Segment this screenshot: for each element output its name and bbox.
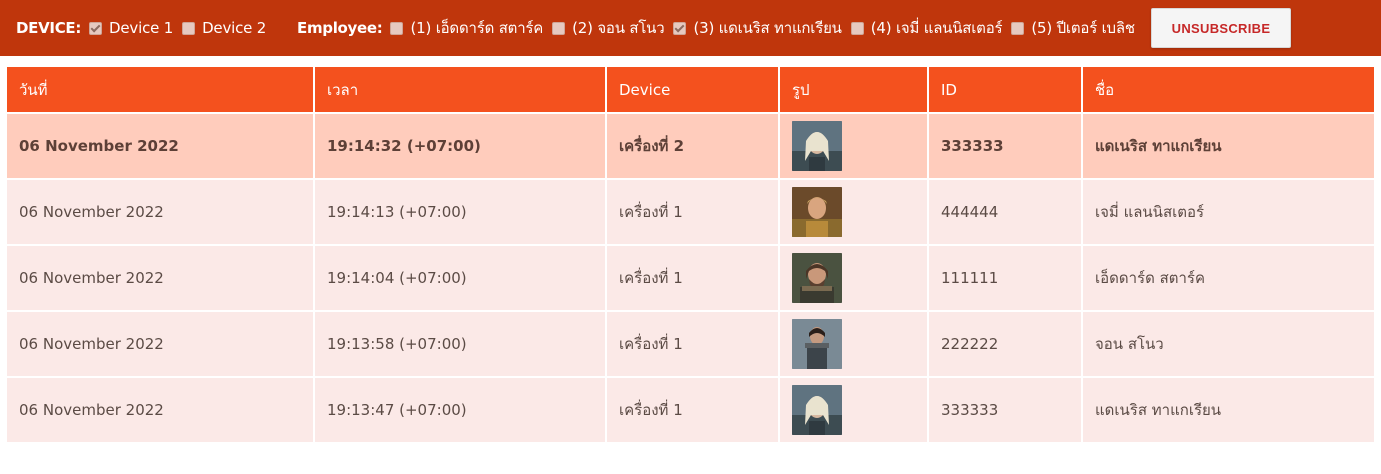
employee-2-checkbox[interactable] [552,21,566,35]
employee-option-label: (5) ปีเตอร์ เบลิช [1031,19,1135,37]
table-row: 06 November 2022 19:13:58 (+07:00) เครื่… [7,312,1374,376]
employee-option-3[interactable]: (3) แดเนริส ทาแกเรียน [673,16,842,40]
eddard-photo [792,253,842,303]
cell-device: เครื่องที่ 1 [607,378,778,442]
table-row: 06 November 2022 19:14:04 (+07:00) เครื่… [7,246,1374,310]
table-row: 06 November 2022 19:14:32 (+07:00) เครื่… [7,114,1374,178]
column-header-device: Device [607,67,778,112]
cell-date: 06 November 2022 [7,114,313,178]
unsubscribe-button[interactable]: UNSUBSCRIBE [1151,8,1291,48]
cell-name: เอ็ดดาร์ด สตาร์ค [1083,246,1374,310]
column-header-time: เวลา [315,67,605,112]
jon-photo [792,319,842,369]
device-option-label: Device 2 [202,19,267,37]
employee-option-label: (2) จอน สโนว [572,19,665,37]
cell-id: 333333 [929,378,1081,442]
daenerys-photo [792,121,842,171]
device-filter-label: DEVICE: [16,19,82,37]
cell-name: แดเนริส ทาแกเรียน [1083,378,1374,442]
employee-1-checkbox[interactable] [390,21,404,35]
cell-date: 06 November 2022 [7,312,313,376]
cell-id: 333333 [929,114,1081,178]
cell-time: 19:14:32 (+07:00) [315,114,605,178]
employee-5-checkbox[interactable] [1011,21,1025,35]
cell-time: 19:14:04 (+07:00) [315,246,605,310]
attendance-table: วันที่ เวลา Device รูป ID ชื่อ 06 Novemb… [5,65,1376,444]
cell-time: 19:14:13 (+07:00) [315,180,605,244]
cell-photo [780,246,927,310]
employee-option-label: (1) เอ็ดดาร์ด สตาร์ค [410,19,544,37]
cell-time: 19:13:47 (+07:00) [315,378,605,442]
cell-photo [780,312,927,376]
cell-time: 19:13:58 (+07:00) [315,312,605,376]
cell-device: เครื่องที่ 1 [607,246,778,310]
cell-id: 222222 [929,312,1081,376]
device-option-2[interactable]: Device 2 [182,19,266,37]
cell-photo [780,114,927,178]
column-header-name: ชื่อ [1083,67,1374,112]
table-header-row: วันที่ เวลา Device รูป ID ชื่อ [7,67,1374,112]
jaime-photo [792,187,842,237]
table-row: 06 November 2022 19:13:47 (+07:00) เครื่… [7,378,1374,442]
daenerys-photo [792,385,842,435]
cell-photo [780,378,927,442]
employee-option-2[interactable]: (2) จอน สโนว [552,16,665,40]
employee-filter-label: Employee: [297,19,383,37]
cell-name: แดเนริส ทาแกเรียน [1083,114,1374,178]
cell-device: เครื่องที่ 2 [607,114,778,178]
column-header-date: วันที่ [7,67,313,112]
employee-option-5[interactable]: (5) ปีเตอร์ เบลิช [1011,16,1135,40]
cell-photo [780,180,927,244]
column-header-photo: รูป [780,67,927,112]
device-option-1[interactable]: Device 1 [89,19,173,37]
employee-3-checkbox[interactable] [673,21,687,35]
employee-option-4[interactable]: (4) เจมี่ แลนนิสเตอร์ [850,16,1003,40]
employee-filter: Employee: (1) เอ็ดดาร์ด สตาร์ค (2) จอน ส… [297,0,1144,56]
cell-date: 06 November 2022 [7,180,313,244]
employee-option-1[interactable]: (1) เอ็ดดาร์ด สตาร์ค [390,16,543,40]
top-filter-bar: DEVICE: Device 1 Device 2 Employee: (1) … [0,0,1381,56]
employee-4-checkbox[interactable] [850,21,864,35]
cell-date: 06 November 2022 [7,246,313,310]
cell-id: 111111 [929,246,1081,310]
employee-option-label: (3) แดเนริส ทาแกเรียน [693,19,842,37]
cell-date: 06 November 2022 [7,378,313,442]
cell-device: เครื่องที่ 1 [607,312,778,376]
cell-name: จอน สโนว [1083,312,1374,376]
cell-device: เครื่องที่ 1 [607,180,778,244]
device-option-label: Device 1 [109,19,174,37]
table-row: 06 November 2022 19:14:13 (+07:00) เครื่… [7,180,1374,244]
cell-id: 444444 [929,180,1081,244]
employee-option-label: (4) เจมี่ แลนนิสเตอร์ [870,19,1003,37]
device-filter: DEVICE: Device 1 Device 2 [16,0,275,56]
cell-name: เจมี่ แลนนิสเตอร์ [1083,180,1374,244]
column-header-id: ID [929,67,1081,112]
device-1-checkbox[interactable] [89,21,103,35]
device-2-checkbox[interactable] [182,21,196,35]
